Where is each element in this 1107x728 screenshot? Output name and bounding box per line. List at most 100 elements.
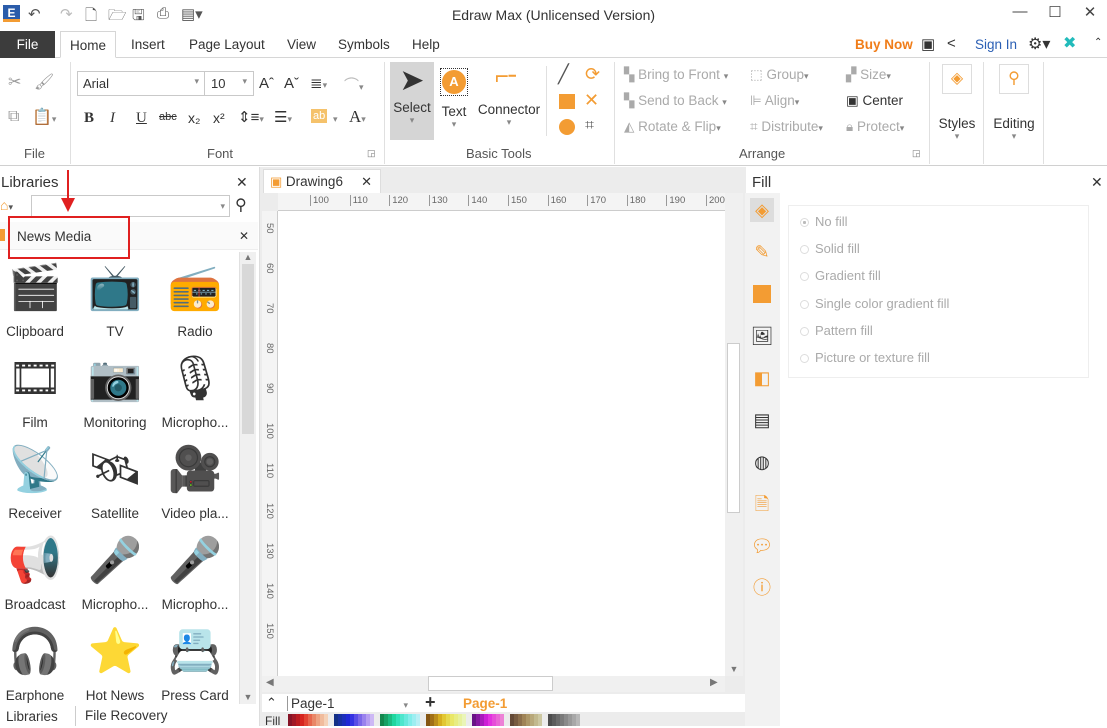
library-scrollbar[interactable]: ▲ ▼ xyxy=(239,252,256,704)
close-button[interactable]: ✕ xyxy=(1075,3,1105,21)
share-icon[interactable]: < xyxy=(947,35,956,52)
app-center-icon[interactable]: ✖ xyxy=(1063,33,1076,53)
image-tab-icon[interactable]: 🖼︎ xyxy=(750,324,774,348)
library-shape-item[interactable]: 🎞 Film xyxy=(0,347,75,430)
library-shape-item[interactable]: 📷 Monitoring xyxy=(75,347,155,430)
crop-tool-icon[interactable]: ⌗ xyxy=(585,117,594,135)
library-shape-item[interactable]: 📡 Receiver xyxy=(0,438,75,521)
align-icon[interactable]: ≣▾ xyxy=(310,74,327,92)
help-tab-icon[interactable]: ⓘ xyxy=(750,576,774,600)
line-tab-icon[interactable]: ✎ xyxy=(750,240,774,264)
page-tab-active[interactable]: Page-1 xyxy=(463,696,507,711)
font-name-select[interactable]: Arial ▾ xyxy=(77,71,205,96)
tab-page-layout[interactable]: Page Layout xyxy=(180,31,274,58)
distribute-button[interactable]: ⌗ Distribute▾ xyxy=(750,119,823,135)
line-tool-icon[interactable]: ╱ xyxy=(558,64,569,85)
group-button[interactable]: ⬚ Group▾ xyxy=(750,67,809,83)
tab-symbols[interactable]: Symbols xyxy=(329,31,399,58)
library-shape-item[interactable]: 🎤 Micropho... xyxy=(75,529,155,612)
increase-font-icon[interactable]: Aˆ xyxy=(259,75,274,92)
connector-tool-button[interactable]: ⌐╴ Connector ▾ xyxy=(474,62,544,128)
font-dialog-launcher-icon[interactable]: ◲ xyxy=(367,148,376,159)
fill-option-pattern[interactable]: Pattern fill xyxy=(800,323,873,338)
copy-icon[interactable]: ⧉ xyxy=(8,108,19,126)
center-button[interactable]: ▣ Center xyxy=(846,93,903,109)
library-search-icon[interactable]: ⚲ xyxy=(235,195,247,215)
font-color-icon[interactable]: A▾ xyxy=(349,107,366,127)
superscript-icon[interactable]: x² xyxy=(213,110,225,126)
collapse-ribbon-icon[interactable]: ⌃ xyxy=(1094,37,1102,48)
add-page-icon[interactable]: + xyxy=(425,692,436,713)
tab-home[interactable]: Home xyxy=(60,31,117,58)
library-shape-item[interactable]: 📢 Broadcast xyxy=(0,529,75,612)
arrange-dialog-launcher-icon[interactable]: ◲ xyxy=(912,148,921,159)
tab-file-recovery[interactable]: File Recovery xyxy=(85,708,168,723)
highlight-icon[interactable]: ab xyxy=(311,109,328,123)
canvas-vertical-scrollbar[interactable]: ▼ xyxy=(725,193,743,676)
tab-help[interactable]: Help xyxy=(403,31,449,58)
shadow-tab-icon[interactable] xyxy=(750,282,774,306)
subscript-icon[interactable]: x₂ xyxy=(188,110,200,126)
drawing-canvas[interactable] xyxy=(278,211,725,676)
collapse-pages-icon[interactable]: ⌃ xyxy=(266,695,277,711)
protect-button[interactable]: 🔒︎ Protect▾ xyxy=(846,119,904,135)
library-shape-item[interactable]: 🎬 Clipboard xyxy=(0,256,75,339)
curve-tool-icon[interactable]: ⟳ xyxy=(585,64,600,85)
canvas-horizontal-scrollbar[interactable]: ◀ ▶ xyxy=(262,676,725,692)
bold-icon[interactable]: B xyxy=(84,110,94,127)
text-arc-icon[interactable]: ⌒▾ xyxy=(344,74,364,95)
cross-tool-icon[interactable]: ✕ xyxy=(584,90,599,111)
strikethrough-icon[interactable]: abc xyxy=(159,111,177,123)
decrease-font-icon[interactable]: Aˇ xyxy=(284,75,299,92)
bullets-icon[interactable]: ☰▾ xyxy=(274,108,292,126)
map-tab-icon[interactable]: ◍ xyxy=(750,450,774,474)
align-button[interactable]: ⊫ Align▾ xyxy=(750,93,799,109)
fill-option-picture[interactable]: Picture or texture fill xyxy=(800,350,930,365)
italic-icon[interactable]: I xyxy=(110,110,115,127)
library-shape-item[interactable]: 🎙 Micropho... xyxy=(155,347,235,430)
maximize-button[interactable]: ☐ xyxy=(1040,3,1070,21)
library-shape-item[interactable]: 🛰 Satellite xyxy=(75,438,155,521)
library-category-close-icon[interactable]: ✕ xyxy=(239,229,249,243)
bring-to-front-button[interactable]: ▚ Bring to Front ▾ xyxy=(624,67,728,83)
text-tool-button[interactable]: A Text ▾ xyxy=(436,62,472,130)
font-size-select[interactable]: 10 ▾ xyxy=(204,71,254,96)
buy-now-link[interactable]: Buy Now xyxy=(855,37,913,52)
settings-icon[interactable]: ⚙▾ xyxy=(1028,34,1050,54)
fill-option-single-gradient[interactable]: Single color gradient fill xyxy=(800,296,949,311)
library-shape-item[interactable]: 📺 TV xyxy=(75,256,155,339)
tab-file[interactable]: File xyxy=(0,31,55,58)
document-tab[interactable]: ▣ Drawing6 ✕ xyxy=(263,169,381,193)
size-button[interactable]: ▞ Size▾ xyxy=(846,67,891,83)
fill-option-no-fill[interactable]: No fill xyxy=(800,214,848,229)
library-shape-item[interactable]: 📇 Press Card xyxy=(155,620,235,703)
h-scroll-thumb[interactable] xyxy=(428,676,553,691)
home-icon[interactable]: ⌂▾ xyxy=(0,197,13,213)
fill-panel-close-icon[interactable]: ✕ xyxy=(1091,174,1103,191)
tab-view[interactable]: View xyxy=(278,31,325,58)
layer-tab-icon[interactable]: ◧ xyxy=(750,366,774,390)
fill-tab-icon[interactable]: ◈ xyxy=(750,198,774,222)
tab-insert[interactable]: Insert xyxy=(122,31,174,58)
rotate-flip-button[interactable]: ◭ Rotate & Flip▾ xyxy=(624,119,721,135)
page-select[interactable]: Page-1 ▾ xyxy=(287,696,412,711)
document-tab-close-icon[interactable]: ✕ xyxy=(361,174,372,190)
cut-icon[interactable]: ✂ xyxy=(8,72,21,92)
sign-in-link[interactable]: Sign In xyxy=(975,37,1017,52)
ellipse-tool-icon[interactable] xyxy=(559,119,575,135)
line-spacing-icon[interactable]: ⇕≡▾ xyxy=(238,108,264,126)
minimize-button[interactable]: — xyxy=(1005,3,1035,20)
send-to-back-button[interactable]: ▚ Send to Back ▾ xyxy=(624,93,727,109)
underline-icon[interactable]: U xyxy=(136,110,147,127)
attachment-tab-icon[interactable]: 🗎 xyxy=(750,492,774,516)
libraries-close-icon[interactable]: ✕ xyxy=(236,174,248,191)
format-painter-icon[interactable]: 🖌 xyxy=(34,72,54,92)
library-shape-item[interactable]: ⭐ Hot News xyxy=(75,620,155,703)
paste-icon[interactable]: 📋▾ xyxy=(32,107,56,127)
library-shape-item[interactable]: 🎤 Micropho... xyxy=(155,529,235,612)
page-tab-icon[interactable]: ▤ xyxy=(750,408,774,432)
share-file-icon[interactable]: ▣ xyxy=(921,35,935,53)
comment-tab-icon[interactable]: 💬︎ xyxy=(750,534,774,558)
v-scroll-thumb[interactable] xyxy=(727,343,740,513)
fill-option-solid[interactable]: Solid fill xyxy=(800,241,860,256)
